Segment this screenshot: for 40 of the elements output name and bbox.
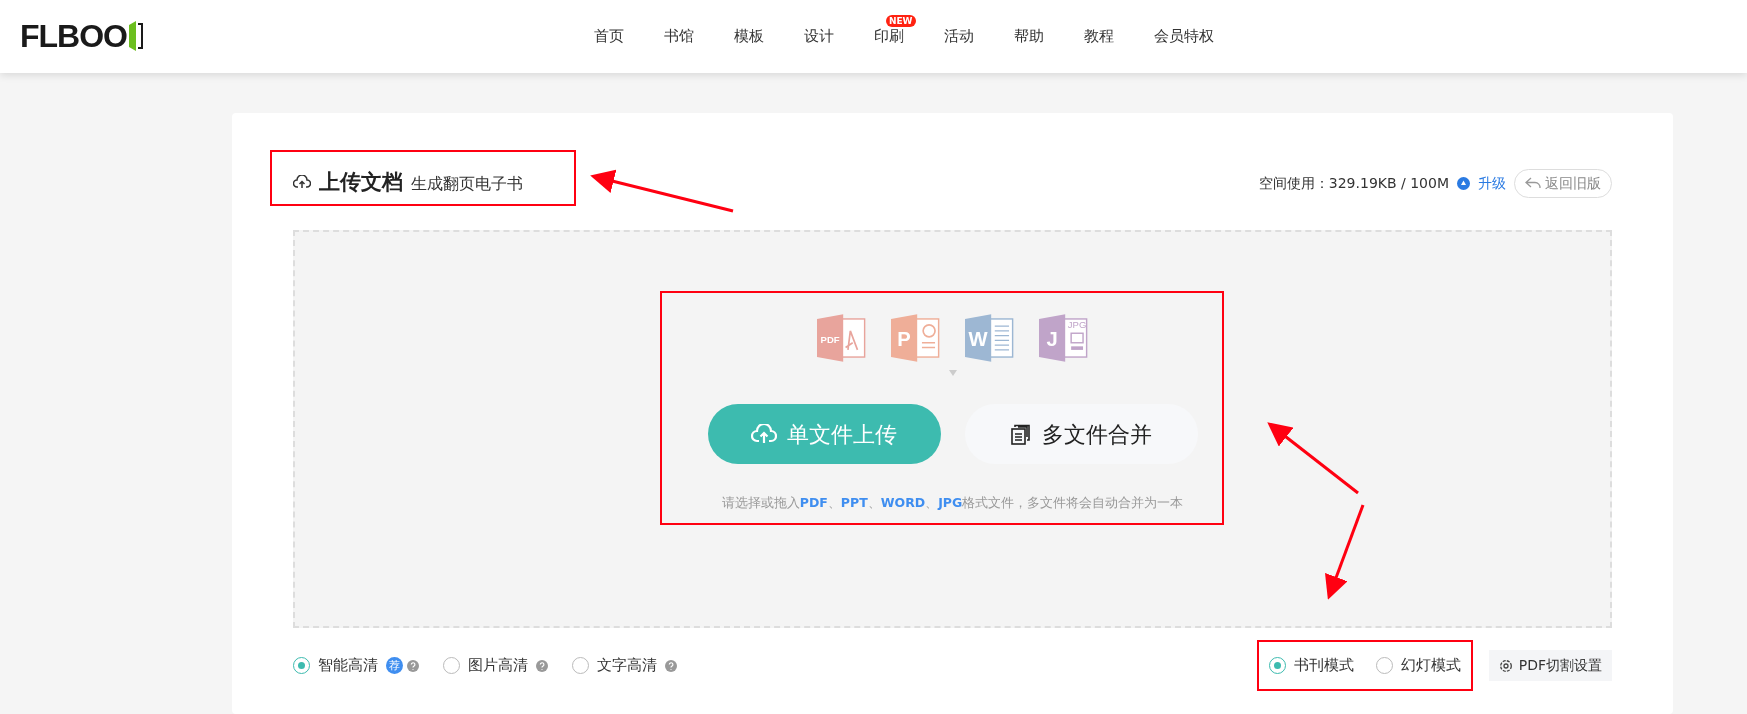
merge-files-button[interactable]: 多文件合并 <box>964 404 1198 464</box>
upgrade-link[interactable]: 升级 <box>1478 172 1506 194</box>
pdf-split-settings-button[interactable]: PDF切割设置 <box>1488 650 1612 681</box>
reply-arrow-icon <box>1525 177 1541 189</box>
nav-link[interactable]: 会员特权 <box>1133 27 1234 46</box>
option-label[interactable]: 图片高清 <box>468 654 528 677</box>
cloud-upload-icon <box>293 175 311 190</box>
nav-link[interactable]: 活动 <box>923 27 994 46</box>
radio-button[interactable] <box>1375 657 1393 674</box>
radio-button[interactable] <box>293 657 310 674</box>
radio-button[interactable] <box>443 657 460 674</box>
recommend-badge: 荐 <box>386 657 403 674</box>
new-badge: NEW <box>885 15 916 28</box>
radio-button[interactable] <box>572 657 589 674</box>
logo-text: FLBOO <box>20 20 127 52</box>
radio-option[interactable]: 书刊模式 <box>1268 654 1354 677</box>
book-logo-icon <box>127 21 143 51</box>
radio-option[interactable]: 幻灯模式 <box>1375 654 1461 677</box>
nav-link[interactable]: 模板 <box>713 27 784 46</box>
option-label[interactable]: 智能高清 <box>318 654 378 677</box>
nav-link[interactable]: 设计 <box>783 27 854 46</box>
nav-link[interactable]: 印刷 <box>853 27 924 46</box>
gear-icon <box>1498 658 1513 673</box>
documents-icon <box>1010 423 1032 445</box>
help-icon[interactable] <box>536 659 548 672</box>
upgrade-icon <box>1457 176 1470 190</box>
help-icon[interactable] <box>665 659 677 672</box>
nav-link[interactable]: 书馆 <box>643 27 714 46</box>
page-subtitle: 生成翻页电子书 <box>411 173 523 196</box>
nav-link[interactable]: 教程 <box>1063 27 1134 46</box>
option-label[interactable]: 文字高清 <box>597 654 657 677</box>
caret-icon <box>948 370 957 376</box>
back-to-old-version-button[interactable]: 返回旧版 <box>1514 168 1612 198</box>
nav-link[interactable]: 帮助 <box>993 27 1064 46</box>
radio-button[interactable] <box>1268 657 1286 674</box>
help-icon[interactable] <box>407 659 419 672</box>
storage-usage: 空间使用：329.19KB / 100M <box>1258 173 1449 193</box>
nav-link[interactable]: 首页 <box>573 27 644 46</box>
page-title: 上传文档 <box>319 169 403 197</box>
cloud-upload-icon <box>751 424 777 444</box>
